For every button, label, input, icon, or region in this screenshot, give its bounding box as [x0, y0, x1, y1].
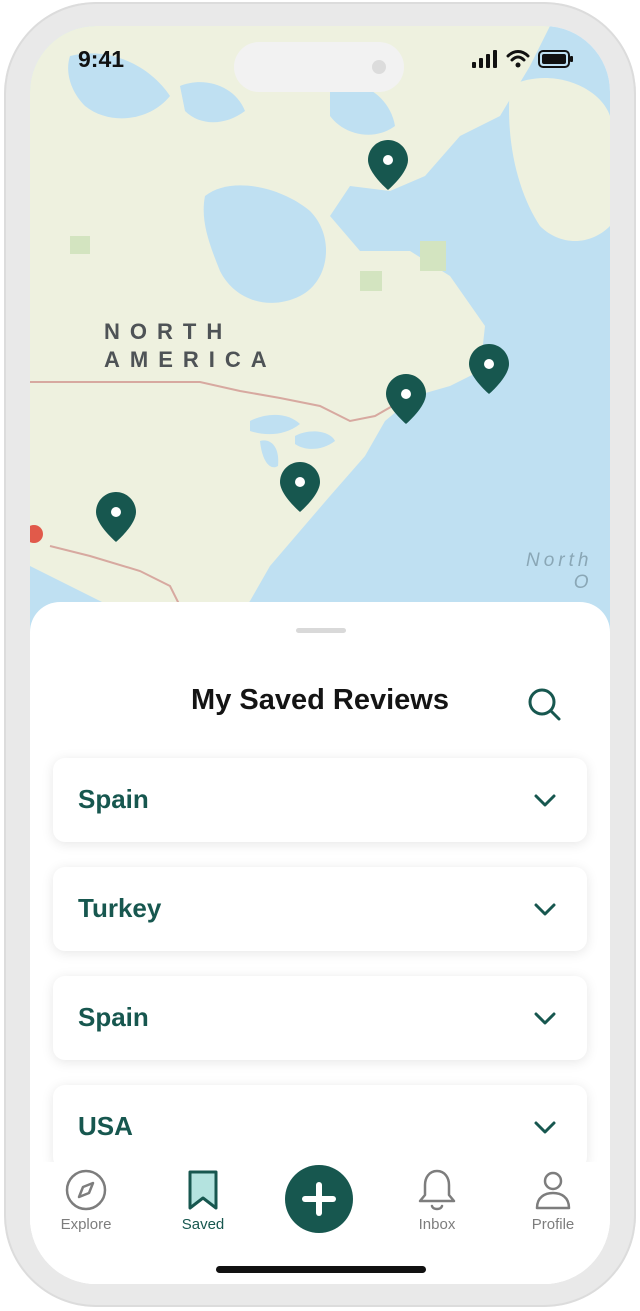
chevron-down-icon[interactable] [533, 1006, 557, 1030]
map-pin-icon[interactable] [96, 492, 136, 542]
country-card-usa[interactable]: USA [53, 1085, 587, 1169]
tab-label-profile: Profile [531, 1216, 575, 1233]
country-card-label: USA [78, 1111, 133, 1141]
tab-explore[interactable]: Explore [36, 1168, 136, 1234]
map[interactable]: 9:41 NORTH AMERICA North O [30, 26, 610, 646]
continent-label-line1: NORTH [104, 319, 233, 344]
tab-saved[interactable]: Saved [153, 1168, 253, 1234]
battery-icon [538, 50, 573, 68]
search-icon[interactable] [524, 684, 564, 724]
user-icon [535, 1171, 571, 1210]
ocean-label-line2: O [573, 572, 593, 593]
country-card-label: Spain [78, 784, 149, 814]
chevron-down-icon[interactable] [533, 1115, 557, 1139]
plus-icon [302, 1182, 336, 1216]
map-pin-icon[interactable] [386, 374, 426, 424]
continent-label: NORTH AMERICA [104, 318, 277, 374]
status-bar: 9:41 [30, 26, 610, 96]
wifi-icon [506, 50, 530, 68]
continent-label-line2: AMERICA [104, 347, 277, 372]
map-pin-icon[interactable] [368, 140, 408, 190]
map-pin-icon[interactable] [469, 344, 509, 394]
dynamic-island [234, 42, 404, 92]
tab-inbox[interactable]: Inbox [387, 1168, 487, 1234]
ocean-label: North O [526, 550, 592, 594]
sheet-drag-handle[interactable] [296, 628, 346, 633]
tab-label-inbox: Inbox [418, 1216, 456, 1233]
country-card-spain-2[interactable]: Spain [53, 976, 587, 1060]
camera-dot [372, 60, 386, 74]
country-card-spain[interactable]: Spain [53, 758, 587, 842]
sheet-title: My Saved Reviews [191, 684, 449, 716]
signal-icon [472, 50, 497, 68]
country-card-turkey[interactable]: Turkey [53, 867, 587, 951]
ocean-label-line1: North [526, 550, 593, 571]
chevron-down-icon[interactable] [533, 788, 557, 812]
status-time: 9:41 [78, 46, 125, 72]
status-icons [472, 50, 574, 68]
bell-icon [418, 1169, 456, 1211]
bookmark-icon [188, 1170, 218, 1210]
chevron-down-icon[interactable] [533, 897, 557, 921]
home-indicator [216, 1266, 426, 1273]
screen: 9:41 NORTH AMERICA North O My Saved Revi… [30, 26, 610, 1284]
tab-label-explore: Explore [60, 1216, 112, 1233]
country-card-label: Turkey [78, 893, 162, 923]
tab-profile[interactable]: Profile [503, 1168, 603, 1234]
add-review-button[interactable] [285, 1165, 353, 1233]
map-pin-icon[interactable] [280, 462, 320, 512]
compass-icon [65, 1169, 107, 1211]
country-card-label: Spain [78, 1002, 149, 1032]
tab-label-saved: Saved [181, 1216, 225, 1233]
